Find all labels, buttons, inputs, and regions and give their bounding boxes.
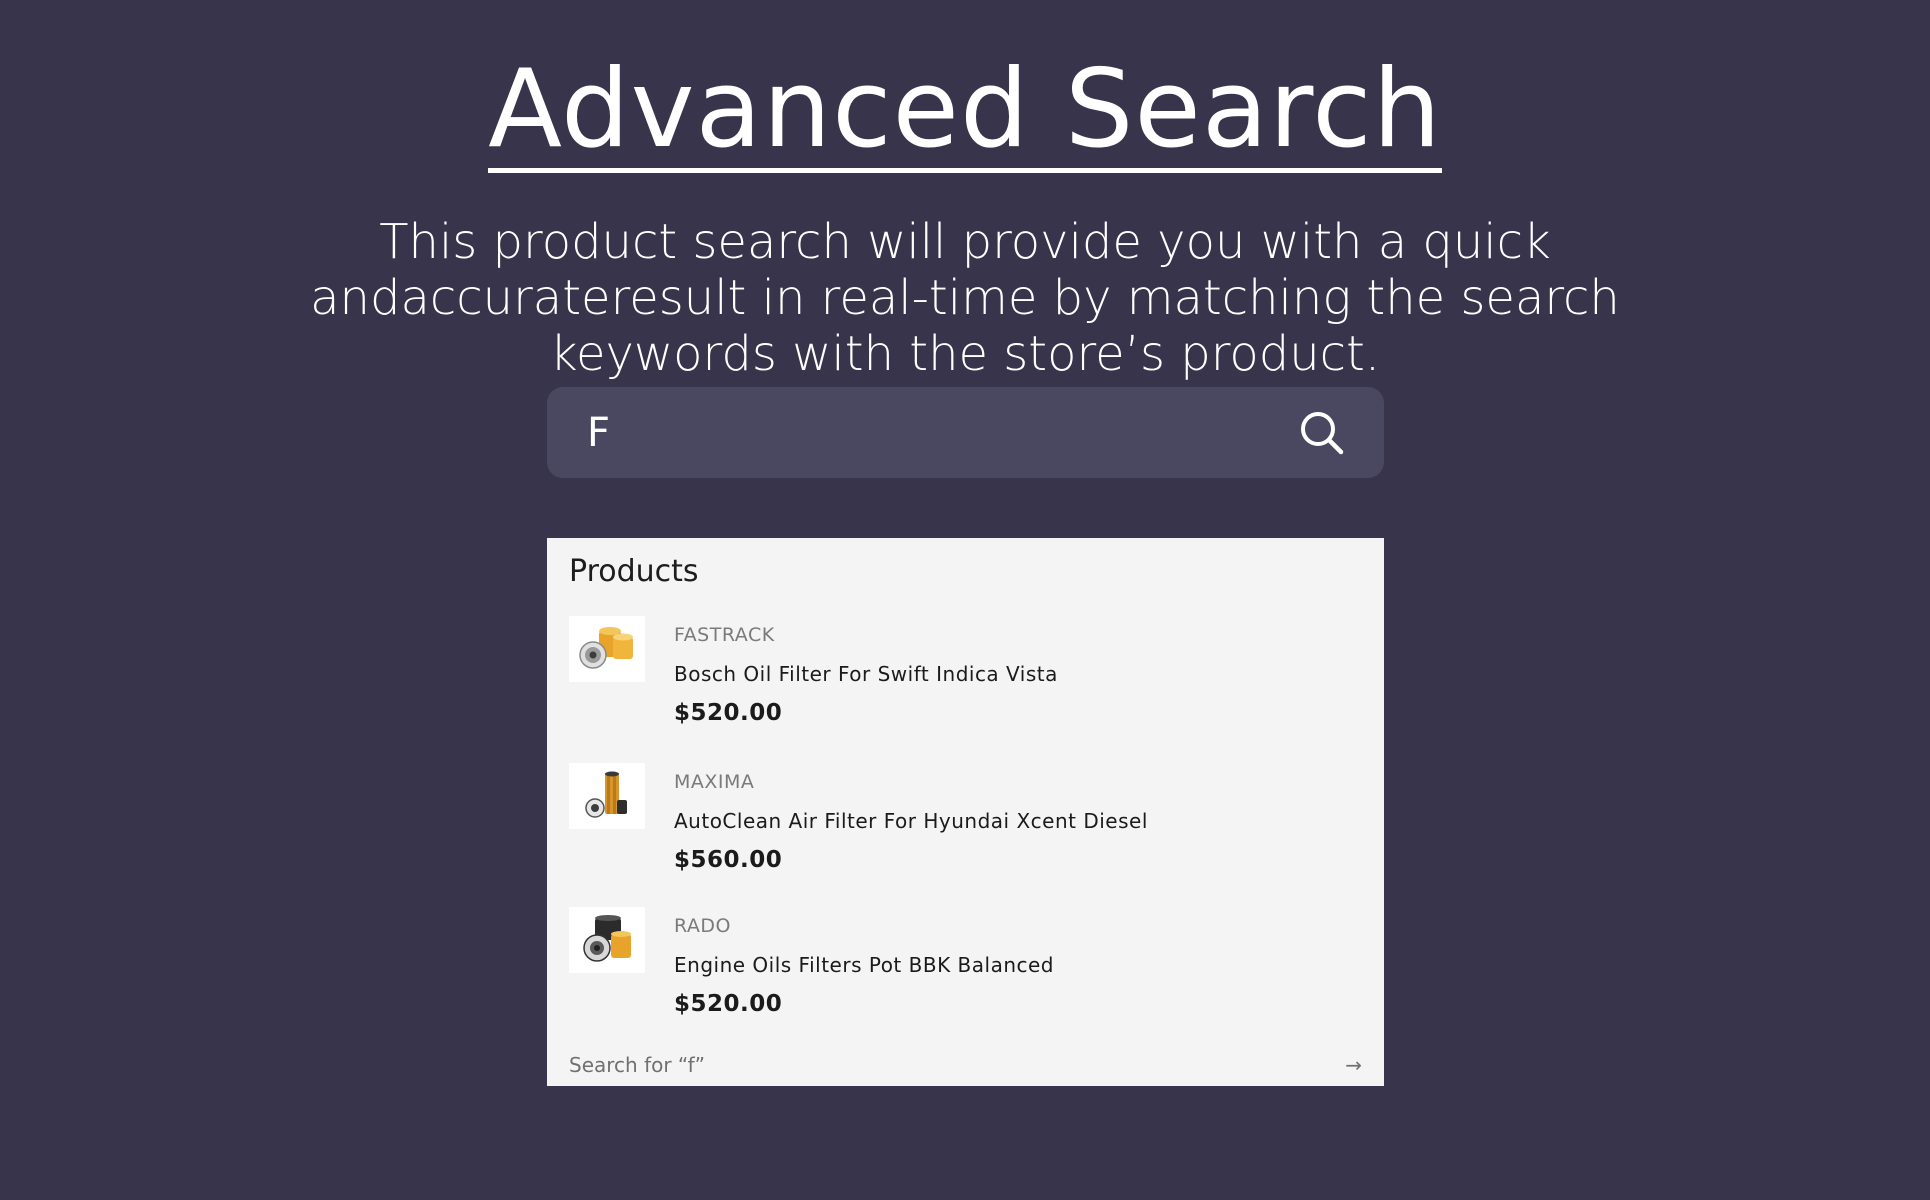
search-results-dropdown: Products FASTRACK Bosch Oil Filter For S…: [547, 538, 1384, 1086]
arrow-right-icon: →: [1345, 1053, 1362, 1077]
page-title-text: Advanced Search: [488, 47, 1442, 173]
page-description: This product search will provide you wit…: [310, 214, 1620, 382]
search-bar: [547, 387, 1384, 478]
product-brand: RADO: [674, 915, 732, 937]
product-name[interactable]: Engine Oils Filters Pot BBK Balanced: [674, 953, 1054, 977]
search-input[interactable]: [587, 402, 1296, 463]
product-name[interactable]: AutoClean Air Filter For Hyundai Xcent D…: [674, 809, 1148, 833]
page-title: Advanced Search: [0, 48, 1930, 173]
search-for-label: Search for “f”: [569, 1053, 705, 1077]
product-brand: MAXIMA: [674, 771, 755, 793]
products-heading: Products: [569, 554, 699, 589]
product-price: $520.00: [674, 700, 783, 726]
product-brand: FASTRACK: [674, 624, 775, 646]
search-icon[interactable]: [1296, 407, 1348, 459]
search-all-link[interactable]: Search for “f” →: [569, 1050, 1362, 1080]
air-filter-icon: [569, 763, 645, 829]
oil-filters-icon: [569, 907, 645, 973]
oil-filter-icon: [569, 616, 645, 682]
product-name[interactable]: Bosch Oil Filter For Swift Indica Vista: [674, 662, 1058, 686]
product-price: $520.00: [674, 991, 783, 1017]
product-price: $560.00: [674, 847, 783, 873]
